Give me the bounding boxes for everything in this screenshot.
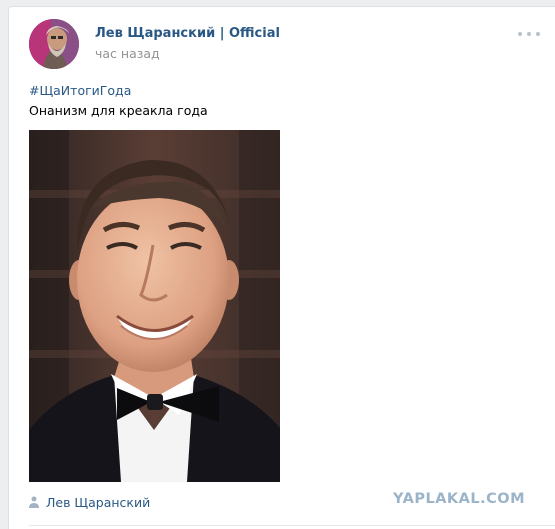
- post-text: Онанизм для креакла года: [29, 103, 208, 118]
- post-time[interactable]: час назад: [95, 46, 160, 61]
- more-options-button[interactable]: [518, 29, 540, 39]
- hashtag-link[interactable]: #ЩаИтогиГода: [29, 83, 131, 98]
- signer-name[interactable]: Лев Щаранский: [46, 495, 150, 510]
- post-photo[interactable]: [29, 130, 280, 482]
- more-dots-icon: [518, 32, 522, 36]
- author-avatar[interactable]: [29, 19, 79, 69]
- watermark: YAPLAKAL.COM: [393, 491, 526, 507]
- user-icon: [29, 496, 39, 508]
- post-signer[interactable]: Лев Щаранский: [29, 494, 150, 510]
- post-card: Лев Щаранский | Official час назад #ЩаИт…: [8, 6, 555, 529]
- author-name[interactable]: Лев Щаранский | Official: [95, 26, 280, 41]
- divider: [29, 525, 555, 526]
